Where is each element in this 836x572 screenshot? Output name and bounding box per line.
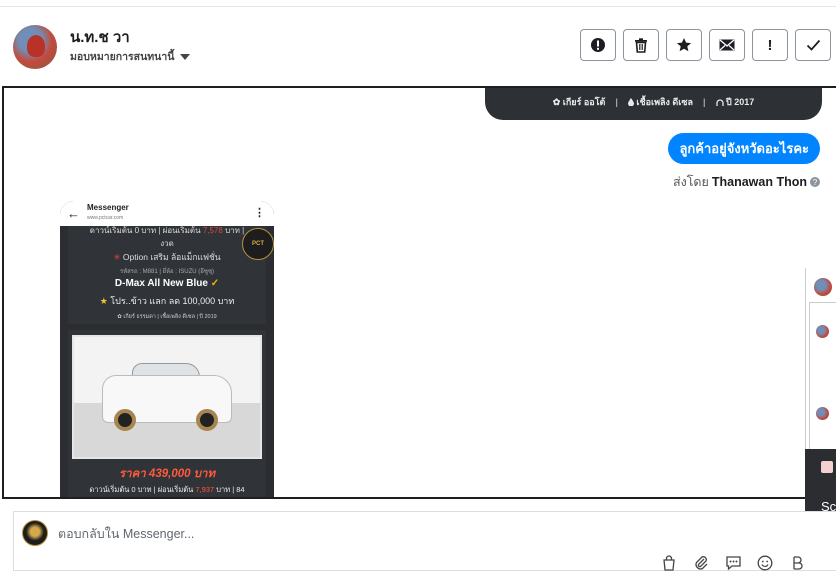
sender-name: Thanawan Thon [711,175,807,189]
star-button[interactable] [666,29,702,61]
car-info-bubble[interactable]: ✿ เกียร์ ออโต้ | เชื้อเพลิง ดีเซล | ปี 2… [485,88,822,120]
car-photo [72,335,262,459]
thread-avatar [816,407,829,420]
done-button[interactable] [795,29,831,61]
more-vert-icon: ⋮ [254,207,265,219]
check-icon [806,39,820,51]
car-photo-panel: ราคา 439,000 บาท ดาวน์เริ่มต้น 0 บาท | ผ… [68,330,266,497]
widget-icon [821,461,833,473]
assign-label: มอบหมายการสนทนานี้ [70,51,175,63]
emoji-icon[interactable] [756,554,774,572]
incoming-image-attachment[interactable]: ← Messenger www.pctcar.com ⋮ ดาวน์เริ่มต… [60,201,274,497]
conversation-header: น.ท.ช วา มอบหมายการสนทนานี้ ! [0,7,836,87]
reply-input[interactable] [58,524,658,544]
page-avatar [22,520,48,546]
composer-tools [660,554,806,572]
check-circle-icon: ✓ [210,278,220,289]
delete-button[interactable] [623,29,659,61]
year-info: ปี 2017 [715,95,754,109]
caret-down-icon [180,53,191,60]
exclamation-icon: ! [767,36,773,54]
bag-icon[interactable] [660,554,678,572]
chat-avatar[interactable] [814,278,832,296]
reply-composer [13,511,836,571]
contact-name: น.ท.ช วา [70,29,130,46]
envelope-icon [719,39,735,51]
star-icon [676,38,692,52]
help-icon[interactable]: ? [810,177,820,187]
alert-circle-icon [591,38,605,52]
spam-button[interactable] [580,29,616,61]
dealer-logo: PCT [242,228,274,260]
calendar-arc-icon [715,99,724,106]
trash-icon [635,37,647,53]
chat-bubble-icon[interactable] [724,554,742,572]
chat-side-thread [809,302,836,449]
mark-unread-button[interactable] [709,29,745,61]
gear-info: ✿ เกียร์ ออโต้ [552,97,606,107]
sent-by-label: ส่งโดย Thanawan Thon ? [673,172,820,192]
back-arrow-icon: ← [67,206,80,221]
bold-icon[interactable] [788,554,806,572]
conversation-area[interactable]: ✿ เกียร์ ออโต้ | เชื้อเพลิง ดีเซล | ปี 2… [2,86,836,499]
header-actions: ! [580,29,831,61]
assign-conversation-dropdown[interactable]: มอบหมายการสนทนานี้ [70,48,191,65]
outgoing-message-bubble[interactable]: ลูกค้าอยู่จังหวัดอะไรคะ [668,133,820,164]
messenger-topbar: ← Messenger www.pctcar.com ⋮ [60,201,274,226]
thread-avatar [816,325,829,338]
down-payment: ดาวน์เริ่มต้น 0 บาท | ผ่อนเริ่มต้น 7,937… [89,485,245,494]
follow-up-button[interactable]: ! [752,29,788,61]
star-icon: ★ [99,296,108,306]
car-text-panel: ดาวน์เริ่มต้น 0 บาท | ผ่อนเริ่มต้น 7,578… [68,226,274,324]
fuel-info: เชื้อเพลิง ดีเซล [627,95,693,109]
asterisk-icon: ✳ [113,252,121,262]
paperclip-icon[interactable] [692,554,710,572]
car-price: ราคา 439,000 บาท [118,468,216,480]
fuel-drop-icon [627,98,634,107]
contact-avatar[interactable] [13,25,57,69]
